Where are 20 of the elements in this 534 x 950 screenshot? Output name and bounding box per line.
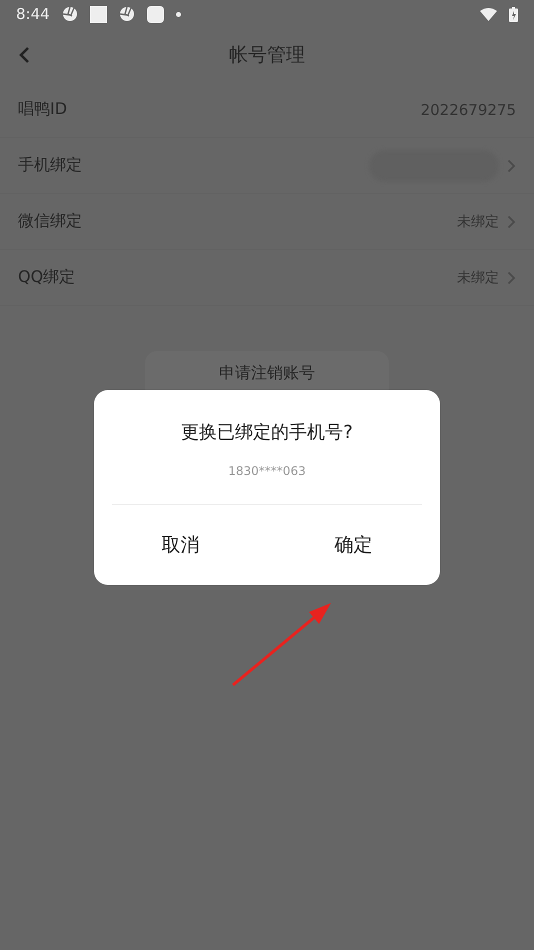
row-label: 唱鸭ID — [18, 99, 68, 120]
chevron-icon — [507, 270, 516, 284]
chevron-icon — [507, 214, 516, 228]
rounded-square-icon — [146, 6, 164, 22]
chevron-icon — [507, 158, 516, 172]
phone-number: 1830****063 — [228, 464, 306, 478]
wifi-icon — [480, 8, 497, 20]
dialog-button[interactable]: 确定 — [267, 505, 440, 585]
page-title: 帐号管理 — [229, 43, 305, 68]
dialog-title: 更换已绑定的手机号? — [181, 421, 353, 444]
clock-time: 8:44 — [16, 5, 50, 23]
settings-row[interactable]: 手机绑定 — [0, 138, 534, 194]
row-label: 微信绑定 — [18, 211, 82, 232]
dialog-button[interactable]: 取消 — [94, 505, 267, 585]
row-label: 手机绑定 — [18, 155, 82, 176]
back-icon[interactable] — [18, 46, 30, 64]
square-icon — [90, 6, 107, 22]
row-label: QQ绑定 — [18, 267, 76, 288]
battery-icon — [509, 6, 518, 22]
dot-icon — [176, 12, 181, 16]
